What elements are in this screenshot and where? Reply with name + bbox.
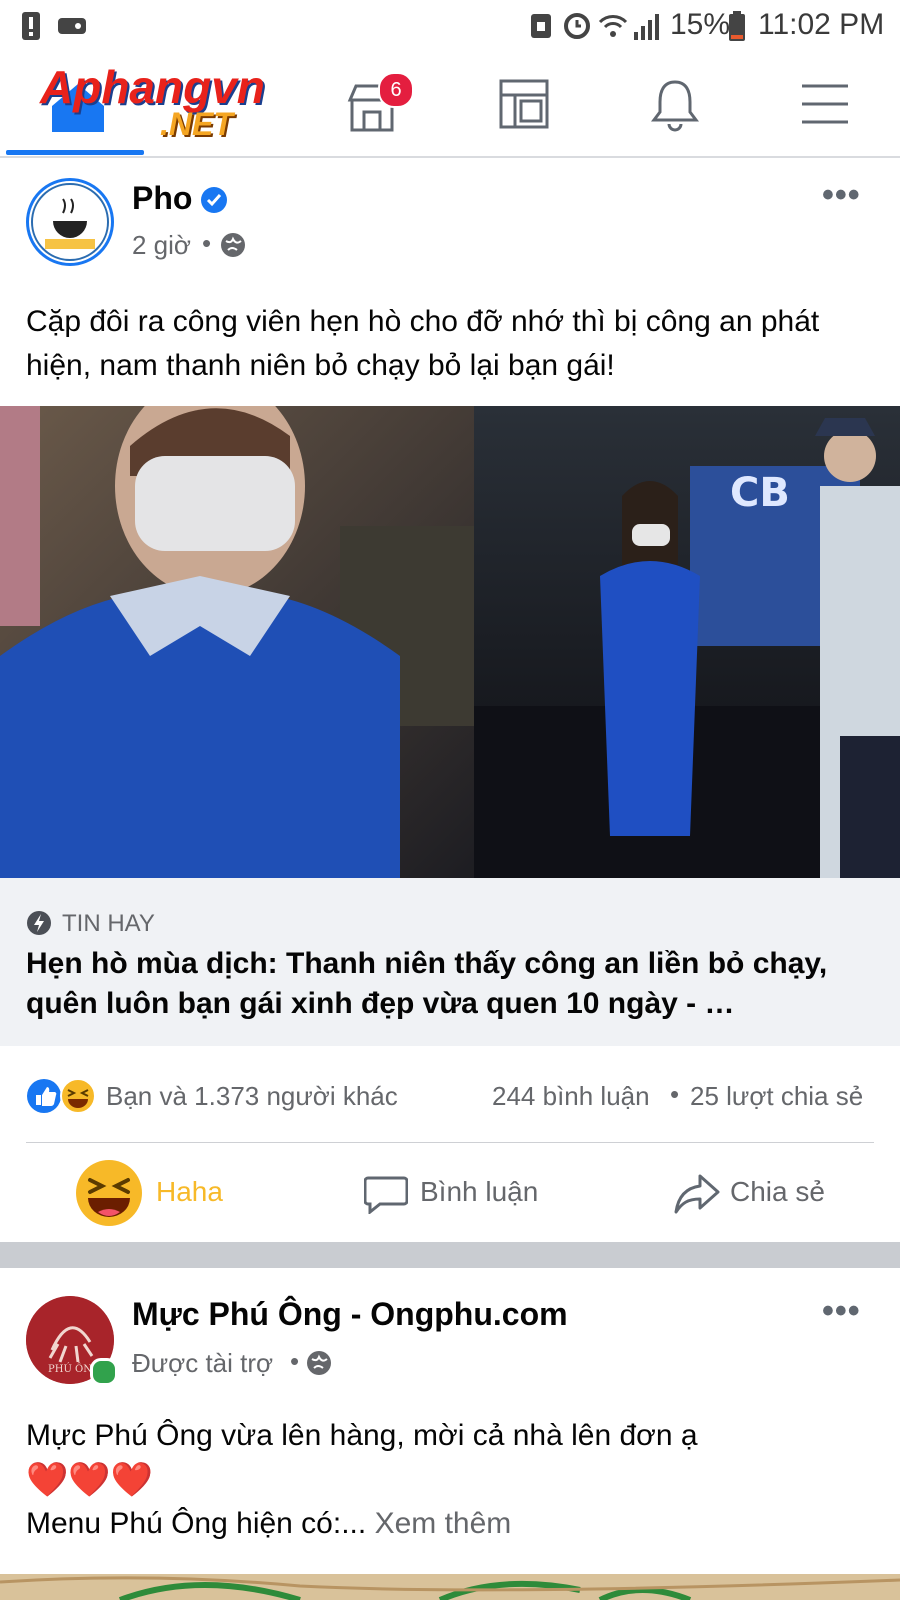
globe-icon — [307, 1351, 331, 1375]
shares-count[interactable]: 25 lượt chia sẻ — [690, 1081, 863, 1112]
clock: 11:02 PM — [758, 8, 885, 41]
alert-icon — [22, 12, 40, 40]
battery-icon — [729, 11, 745, 41]
haha-emoji-icon — [76, 1160, 142, 1226]
marketplace-tab[interactable]: 6 — [342, 72, 414, 142]
comment-label: Bình luận — [420, 1176, 539, 1207]
comment-icon — [364, 1176, 408, 1214]
globe-icon — [221, 233, 245, 257]
meta-separator: • — [202, 228, 212, 258]
logo-subtext: .NET — [160, 106, 233, 142]
link-source: TIN HAY — [62, 910, 155, 937]
online-status-dot — [90, 1358, 118, 1386]
pages-tab[interactable] — [498, 78, 554, 134]
top-navigation: Aphangvn .NET 6 — [0, 52, 900, 158]
marketplace-badge: 6 — [378, 72, 414, 108]
comment-button[interactable]: Bình luận — [360, 1168, 550, 1218]
stats-separator: • — [670, 1079, 680, 1109]
post-image[interactable]: CB — [0, 406, 900, 878]
post2-text-line1: Mực Phú Ông vừa lên hàng, mời cả nhà lên… — [26, 1419, 698, 1452]
signal-icon — [634, 14, 659, 40]
share-button[interactable]: Chia sẻ — [672, 1168, 852, 1218]
alarm-icon — [564, 13, 590, 39]
divider — [26, 1142, 874, 1143]
haha-button[interactable]: Haha — [60, 1152, 280, 1232]
share-icon — [674, 1174, 720, 1214]
haha-label: Haha — [156, 1176, 223, 1207]
wifi-icon — [598, 15, 628, 37]
comments-count[interactable]: 244 bình luận — [492, 1081, 650, 1112]
svg-text:CB: CB — [730, 470, 790, 516]
post2-photo-illustration — [0, 1574, 900, 1600]
sponsored-label[interactable]: Được tài trợ — [132, 1348, 273, 1379]
post-timestamp[interactable]: 2 giờ — [132, 230, 191, 261]
reactions-summary[interactable]: Bạn và 1.373 người khác — [106, 1081, 398, 1112]
post2-author-name[interactable]: Mực Phú Ông - Ongphu.com — [132, 1296, 568, 1333]
link-title: Hẹn hò mùa dịch: Thanh niên thấy công an… — [26, 947, 828, 1020]
status-bar: 15% 11:02 PM — [0, 0, 900, 52]
battery-percent: 15% — [670, 8, 731, 41]
lock-sim-icon — [531, 14, 551, 38]
reaction-icons[interactable] — [26, 1078, 98, 1114]
post2-hearts: ❤️❤️❤️ — [26, 1461, 154, 1499]
see-more-link[interactable]: Xem thêm — [375, 1507, 512, 1540]
share-label: Chia sẻ — [730, 1176, 825, 1207]
bell-icon — [651, 80, 699, 132]
active-tab-indicator — [6, 150, 144, 155]
post-author-name[interactable]: Pho — [132, 180, 192, 217]
post2-options-icon[interactable]: ••• — [822, 1292, 861, 1331]
post2-text-line3: Menu Phú Ông hiện có:... Xem thêm — [26, 1502, 511, 1546]
pho-bowl-icon — [31, 183, 109, 261]
game-controller-icon — [58, 18, 86, 34]
post-options-icon[interactable]: ••• — [822, 176, 861, 215]
menu-tab[interactable] — [800, 82, 852, 128]
meta-separator: • — [290, 1346, 300, 1376]
link-preview[interactable]: TIN HAY Hẹn hò mùa dịch: Thanh niên thấy… — [0, 878, 900, 1046]
post2-menu-text: Menu Phú Ông hiện có:... — [26, 1507, 367, 1540]
post-text: Cặp đôi ra công viên hẹn hò cho đỡ nhớ t… — [26, 305, 820, 382]
post-photo-illustration: CB — [0, 406, 900, 878]
post2-image[interactable] — [0, 1574, 900, 1600]
hamburger-menu-icon — [802, 84, 848, 124]
post-separator — [0, 1242, 900, 1268]
verified-badge-icon — [201, 187, 227, 213]
pages-icon — [499, 79, 549, 129]
notifications-tab[interactable] — [648, 76, 704, 136]
home-tab[interactable]: Aphangvn .NET — [40, 60, 320, 150]
lightning-icon — [27, 911, 51, 935]
post-author-avatar[interactable] — [26, 178, 114, 266]
